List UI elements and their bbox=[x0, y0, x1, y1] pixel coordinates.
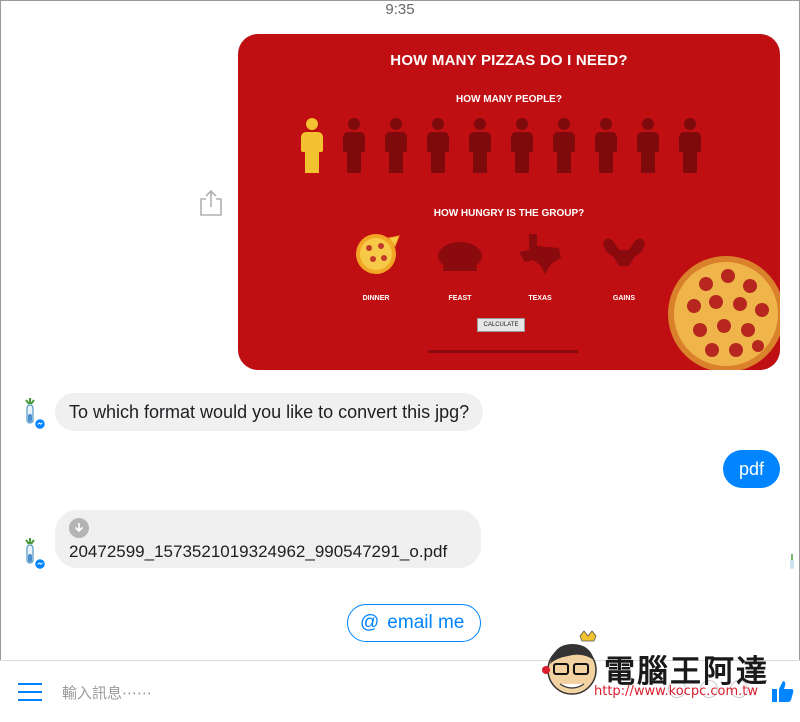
watermark: 電腦王阿達 http://www.kocpc.com.tw bbox=[542, 630, 792, 700]
people-selector bbox=[300, 118, 740, 174]
person-icon bbox=[594, 118, 618, 174]
hunger-option-feast: FEAST bbox=[430, 232, 490, 302]
bot-avatar[interactable] bbox=[20, 396, 48, 432]
watermark-url: http://www.kocpc.com.tw bbox=[594, 684, 758, 699]
texas-icon bbox=[519, 234, 561, 274]
hunger-option-dinner: DINNER bbox=[346, 232, 406, 302]
share-icon[interactable] bbox=[198, 189, 224, 217]
hunger-label: TEXAS bbox=[528, 295, 552, 302]
bot-avatar[interactable] bbox=[20, 536, 48, 572]
person-icon bbox=[342, 118, 366, 174]
hunger-label: DINNER bbox=[362, 295, 390, 302]
turkey-icon bbox=[438, 242, 482, 271]
file-name: 20472599_1573521019324962_990547291_o.pd… bbox=[69, 542, 448, 561]
shared-image[interactable]: HOW MANY PIZZAS DO I NEED? HOW MANY PEOP… bbox=[238, 34, 780, 370]
read-receipt-icon bbox=[790, 554, 794, 569]
bot-message: To which format would you like to conver… bbox=[55, 393, 484, 431]
image-question-people: HOW MANY PEOPLE? bbox=[456, 94, 562, 105]
person-icon bbox=[510, 118, 534, 174]
muscle-icon bbox=[603, 238, 645, 266]
calculate-button: CALCULATE bbox=[477, 318, 525, 332]
image-title: HOW MANY PIZZAS DO I NEED? bbox=[390, 52, 628, 69]
at-icon: @ bbox=[360, 612, 380, 633]
hunger-option-gains: GAINS bbox=[594, 232, 654, 302]
person-icon bbox=[636, 118, 660, 174]
hunger-option-texas: TEXAS bbox=[510, 232, 570, 302]
hunger-label: FEAST bbox=[448, 295, 472, 302]
hunger-label: GAINS bbox=[612, 295, 636, 302]
file-attachment[interactable]: 20472599_1573521019324962_990547291_o.pd… bbox=[55, 510, 481, 568]
image-question-hunger: HOW HUNGRY IS THE GROUP? bbox=[433, 208, 585, 219]
quick-reply-label: email me bbox=[387, 612, 465, 633]
message-input[interactable] bbox=[62, 681, 502, 705]
quick-reply-email-me[interactable]: @ email me bbox=[347, 604, 481, 642]
person-icon bbox=[468, 118, 492, 174]
pepperoni-pizza-icon bbox=[668, 256, 780, 370]
download-icon[interactable] bbox=[69, 518, 89, 538]
person-icon bbox=[678, 118, 702, 174]
person-icon bbox=[384, 118, 408, 174]
user-message: pdf bbox=[722, 450, 780, 488]
person-icon bbox=[426, 118, 450, 174]
person-icon bbox=[552, 118, 576, 174]
menu-icon[interactable] bbox=[18, 683, 42, 703]
image-footer-line bbox=[428, 350, 578, 353]
status-time: 9:35 bbox=[385, 1, 415, 18]
pizza-icon bbox=[356, 234, 400, 274]
person-icon bbox=[300, 118, 324, 174]
